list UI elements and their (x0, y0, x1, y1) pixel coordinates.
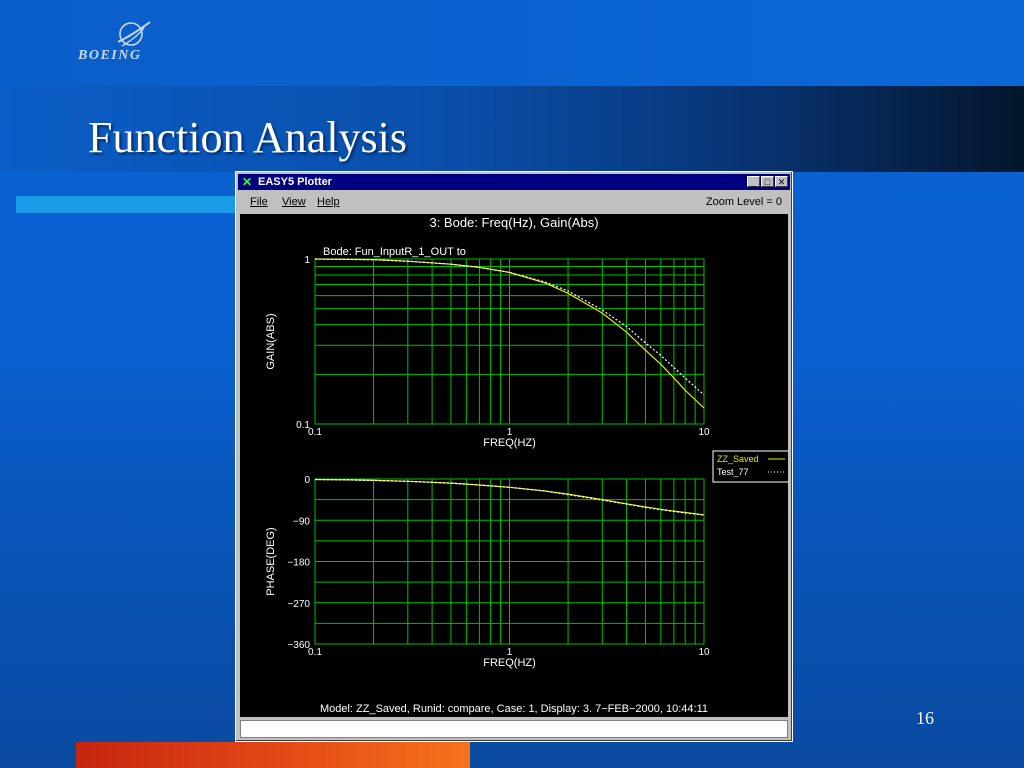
zoom-level: Zoom Level = 0 (705, 196, 782, 208)
plotter-window: ✕ EASY5 Plotter _ □ ✕ File View Help Zoo… (235, 171, 793, 742)
brand-name: BOEING (78, 48, 142, 63)
legend-label: ZZ_Saved (717, 454, 759, 464)
minimize-button[interactable]: _ (747, 176, 760, 187)
menu-file[interactable]: File (250, 196, 268, 208)
legend-label: Test_77 (717, 467, 749, 477)
plot-footer: Model: ZZ_Saved, Runid: compare, Case: 1… (320, 703, 708, 715)
x-tick-label: 10 (698, 647, 710, 658)
footer-accent-bar (76, 742, 470, 768)
y-axis-label: PHASE(DEG) (265, 527, 277, 595)
y-tick-label: −180 (287, 558, 310, 569)
menu-help[interactable]: Help (317, 196, 340, 208)
y-tick-label: 0.1 (296, 420, 310, 431)
chart-subtitle: Bode: Fun_InputR_1_OUT to (323, 246, 466, 258)
x-tick-label: 0.1 (308, 647, 322, 658)
menu-view[interactable]: View (282, 196, 306, 208)
slide-title: Function Analysis (88, 113, 408, 162)
status-bar (240, 720, 788, 738)
x-tick-label: 10 (698, 427, 710, 438)
y-tick-label: −360 (287, 640, 310, 651)
y-tick-label: 0 (304, 475, 310, 486)
x-axis-label: FREQ(HZ) (483, 437, 536, 449)
plot-area: 3: Bode: Freq(Hz), Gain(Abs) Model: ZZ_S… (240, 214, 790, 717)
menu-bar: File View Help Zoom Level = 0 (238, 192, 790, 214)
accent-strip (16, 196, 238, 213)
maximize-button[interactable]: □ (761, 176, 774, 187)
close-button[interactable]: ✕ (775, 176, 788, 187)
y-tick-label: −270 (287, 599, 310, 610)
y-axis-label: GAIN(ABS) (265, 313, 277, 369)
y-tick-label: −90 (293, 516, 310, 527)
window-title: EASY5 Plotter (258, 176, 332, 188)
window-titlebar[interactable]: ✕ EASY5 Plotter _ □ ✕ (238, 174, 790, 190)
plot-title: 3: Bode: Freq(Hz), Gain(Abs) (429, 215, 598, 230)
x-icon: ✕ (242, 175, 253, 189)
x-axis-label: FREQ(HZ) (483, 657, 536, 669)
x-tick-label: 0.1 (308, 427, 322, 438)
y-tick-label: 1 (304, 255, 310, 266)
bode-plot: 3: Bode: Freq(Hz), Gain(Abs) Model: ZZ_S… (265, 215, 790, 715)
page-number: 16 (916, 708, 934, 728)
